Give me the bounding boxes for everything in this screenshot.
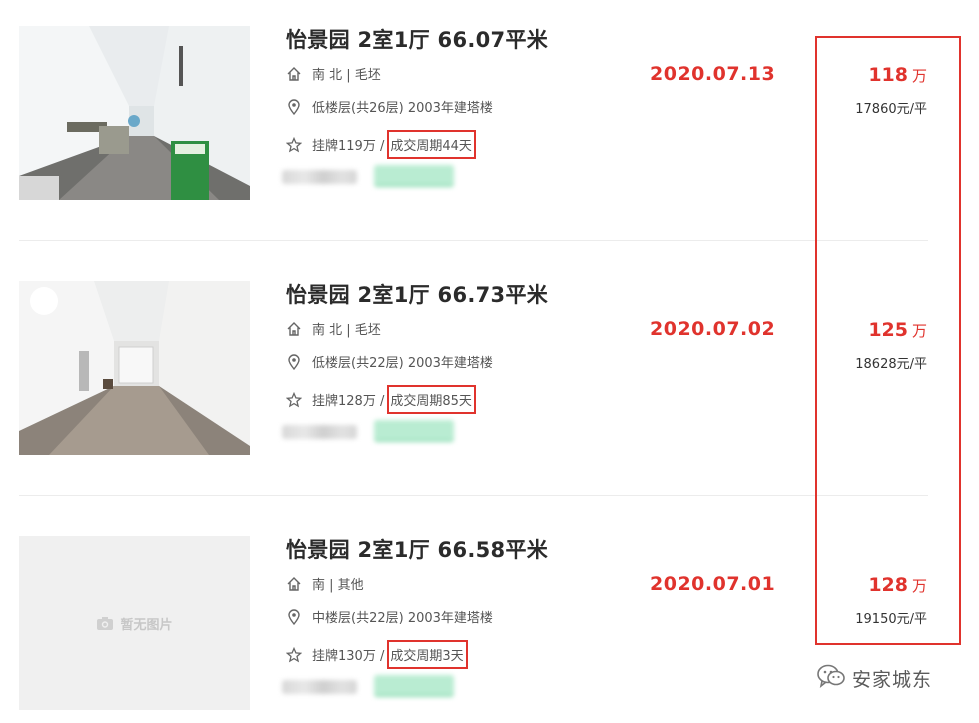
blurred-agent-info <box>282 170 357 184</box>
house-icon <box>286 321 302 337</box>
watermark: 安家城东 <box>816 663 932 694</box>
listing-photo-placeholder[interactable]: 暂无图片 <box>19 536 250 710</box>
house-info-text: 南 北 | 毛坯 <box>312 323 381 338</box>
watermark-text: 安家城东 <box>852 669 933 691</box>
house-icon <box>286 576 302 592</box>
house-icon <box>286 66 302 82</box>
camera-icon <box>96 616 114 631</box>
house-info: 南 | 其他 <box>286 574 364 593</box>
price-column-highlight <box>815 36 961 645</box>
deal-info: 挂牌119万 / 成交周期44天 <box>286 130 476 159</box>
position-info: 中楼层(共22层) 2003年建塔楼 <box>286 607 493 626</box>
house-info: 南 北 | 毛坯 <box>286 64 381 83</box>
list-price: 挂牌128万 / <box>312 394 385 409</box>
list-price: 挂牌130万 / <box>312 649 385 664</box>
no-photo-text: 暂无图片 <box>120 617 173 633</box>
star-icon <box>286 136 302 153</box>
star-icon <box>286 646 302 663</box>
deal-date: 2020.07.13 <box>650 63 776 85</box>
listing-title[interactable]: 怡景园 2室1厅 66.58平米 <box>286 534 548 564</box>
house-info-text: 南 | 其他 <box>312 578 364 593</box>
listing-title[interactable]: 怡景园 2室1厅 66.73平米 <box>286 279 548 309</box>
listing-photo[interactable] <box>19 281 250 455</box>
wechat-icon <box>816 663 846 694</box>
list-price: 挂牌119万 / <box>312 139 385 154</box>
blurred-tag <box>374 420 454 442</box>
listing-title[interactable]: 怡景园 2室1厅 66.07平米 <box>286 24 548 54</box>
blurred-agent-info <box>282 425 357 439</box>
deal-date: 2020.07.02 <box>650 318 776 340</box>
position-info: 低楼层(共22层) 2003年建塔楼 <box>286 352 493 371</box>
position-info-text: 低楼层(共22层) 2003年建塔楼 <box>312 356 493 371</box>
location-pin-icon <box>286 98 302 115</box>
position-info-text: 中楼层(共22层) 2003年建塔楼 <box>312 611 493 626</box>
deal-info: 挂牌128万 / 成交周期85天 <box>286 385 476 414</box>
position-info-text: 低楼层(共26层) 2003年建塔楼 <box>312 101 493 116</box>
location-pin-icon <box>286 353 302 370</box>
house-info-text: 南 北 | 毛坯 <box>312 68 381 83</box>
deal-date: 2020.07.01 <box>650 573 776 595</box>
star-icon <box>286 391 302 408</box>
listing-photo[interactable] <box>19 26 250 200</box>
deal-cycle: 成交周期44天 <box>387 130 476 159</box>
deal-cycle: 成交周期3天 <box>387 640 468 669</box>
location-pin-icon <box>286 608 302 625</box>
divider <box>19 495 928 496</box>
house-info: 南 北 | 毛坯 <box>286 319 381 338</box>
blurred-tag <box>374 675 454 697</box>
blurred-agent-info <box>282 680 357 694</box>
deal-info: 挂牌130万 / 成交周期3天 <box>286 640 468 669</box>
position-info: 低楼层(共26层) 2003年建塔楼 <box>286 97 493 116</box>
divider <box>19 240 928 241</box>
blurred-tag <box>374 165 454 187</box>
deal-cycle: 成交周期85天 <box>387 385 476 414</box>
